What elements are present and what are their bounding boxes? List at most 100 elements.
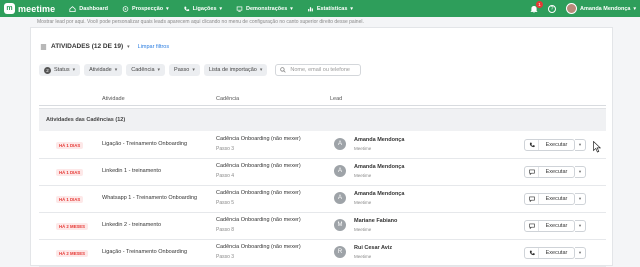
cadence-name[interactable]: Cadência Onboarding (não mexer)	[216, 136, 301, 142]
chevron-down-icon: ▾	[350, 5, 353, 12]
due-badge: HÁ 2 MESES	[56, 223, 89, 230]
filter-passo-label: Passo	[174, 67, 190, 73]
lead-name[interactable]: Amanda Mendonça	[354, 164, 404, 170]
logo-mark: m	[4, 3, 15, 14]
table-row[interactable]: HÁ 2 MESES Ligação - Treinamento Onboard…	[39, 240, 606, 267]
cadence-name[interactable]: Cadência Onboarding (não mexer)	[216, 190, 301, 196]
filter-passo[interactable]: Passo ▾	[169, 64, 200, 76]
filter-status[interactable]: 2 Status ▾	[39, 64, 81, 76]
lead-name[interactable]: Amanda Mendonça	[354, 191, 404, 197]
chevron-down-icon: ▾	[578, 223, 582, 228]
group-header[interactable]: Atividades das Cadências (12)	[39, 108, 606, 131]
panel-tip-text: Mostrar lead por aqui. Você pode persona…	[37, 19, 364, 25]
list-icon	[40, 44, 47, 49]
execute-label: Executar	[545, 169, 568, 175]
avatar: A	[334, 192, 346, 204]
lead-company: Meetime	[354, 146, 372, 151]
execute-dropdown-button[interactable]: ▾	[575, 220, 586, 232]
chevron-down-icon: ▾	[633, 5, 636, 12]
lead-name[interactable]: Amanda Mendonça	[354, 137, 404, 143]
help-button[interactable]: ?	[548, 4, 557, 13]
due-badge: HÁ 1 DIAS	[56, 142, 84, 149]
lead-name[interactable]: Rui Cesar Aviz	[354, 245, 392, 251]
panel-title[interactable]: ATIVIDADES (12 DE 19)	[51, 43, 123, 50]
chevron-down-icon: ▾	[157, 67, 161, 73]
chevron-down-icon: ▾	[259, 67, 263, 73]
chevron-down-icon: ▾	[578, 169, 582, 174]
execute-button[interactable]: Executar	[524, 193, 575, 205]
cadence-step: Passo 5	[216, 200, 235, 206]
avatar: A	[334, 165, 346, 177]
cadence-name[interactable]: Cadência Onboarding (não mexer)	[216, 163, 301, 169]
activity-name[interactable]: Ligação - Treinamento Onboarding	[102, 141, 187, 147]
execute-button[interactable]: Executar	[524, 220, 575, 232]
user-menu[interactable]: Amanda Mendonça ▾	[566, 3, 636, 14]
lead-company: Meetime	[354, 173, 372, 178]
nav-dashboard[interactable]: Dashboard	[69, 6, 108, 12]
nav-prospeccao-label: Prospecção	[131, 5, 164, 12]
table-row[interactable]: HÁ 1 DIAS Linkedin 1 - treinamento Cadên…	[39, 159, 606, 186]
nav-dashboard-label: Dashboard	[79, 5, 108, 12]
main-nav: Dashboard Prospecção ▾ Ligações ▾ Demons…	[69, 6, 353, 12]
activity-name[interactable]: Whatsapp 1 - Treinamento Onboarding	[102, 195, 197, 201]
nav-prospeccao[interactable]: Prospecção ▾	[122, 6, 169, 12]
due-badge: HÁ 1 DIAS	[56, 169, 84, 176]
execute-button[interactable]: Executar	[524, 166, 575, 178]
filter-lista-importacao[interactable]: Lista de importação ▾	[203, 64, 268, 76]
column-header-cadencia: Cadência	[216, 96, 240, 102]
home-icon	[69, 5, 76, 12]
search-input[interactable]: Nome, email ou telefone	[275, 64, 362, 76]
nav-ligacoes[interactable]: Ligações ▾	[183, 6, 222, 12]
table-row[interactable]: HÁ 1 DIAS Ligação - Treinamento Onboardi…	[39, 132, 606, 159]
logo-text: meetime	[18, 3, 56, 14]
chat-icon	[528, 169, 535, 175]
chevron-down-icon: ▾	[578, 250, 582, 255]
filter-cadencia-label: Cadência	[131, 67, 155, 73]
logo[interactable]: m meetime	[4, 3, 55, 14]
nav-demonstracoes-label: Demonstrações	[246, 5, 288, 12]
exec-icon-wrap	[525, 248, 539, 258]
search-icon	[280, 67, 287, 73]
execute-dropdown-button[interactable]: ▾	[575, 247, 586, 259]
filter-bar: 2 Status ▾ Atividade ▾ Cadência ▾ Passo …	[39, 64, 362, 76]
execute-dropdown-button[interactable]: ▾	[575, 139, 586, 151]
execute-label: Executar	[545, 196, 568, 202]
due-badge: HÁ 2 MESES	[56, 250, 89, 257]
cadence-name[interactable]: Cadência Onboarding (não mexer)	[216, 244, 301, 250]
filter-count-badge: 2	[44, 66, 51, 74]
chart-icon	[307, 6, 313, 11]
filter-cadencia[interactable]: Cadência ▾	[126, 64, 166, 76]
notifications-button[interactable]: 1	[530, 0, 544, 13]
chevron-down-icon[interactable]: ▾	[127, 44, 130, 50]
exec-icon-wrap	[525, 167, 539, 177]
exec-icon-wrap	[525, 221, 539, 231]
cadence-name[interactable]: Cadência Onboarding (não mexer)	[216, 217, 301, 223]
chevron-down-icon: ▾	[72, 67, 76, 73]
nav-ligacoes-label: Ligações	[192, 5, 217, 12]
activity-name[interactable]: Linkedin 1 - treinamento	[102, 168, 161, 174]
execute-dropdown-button[interactable]: ▾	[575, 193, 586, 205]
table-row[interactable]: HÁ 2 MESES Linkedin 2 - treinamento Cadê…	[39, 213, 606, 240]
clear-filters-link[interactable]: Limpar filtros	[138, 44, 169, 50]
phone-icon	[529, 142, 535, 148]
chevron-down-icon: ▾	[114, 67, 118, 73]
activity-name[interactable]: Ligação - Treinamento Onboarding	[102, 249, 187, 255]
search-placeholder: Nome, email ou telefone	[290, 67, 350, 73]
chevron-down-icon: ▾	[166, 5, 169, 12]
lead-name[interactable]: Mariane Fabiano	[354, 218, 397, 224]
group-label: Atividades das Cadências (12)	[46, 117, 126, 123]
column-header-atividade: Atividade	[102, 96, 125, 102]
table-row[interactable]: HÁ 1 DIAS Whatsapp 1 - Treinamento Onboa…	[39, 186, 606, 213]
nav-demonstracoes[interactable]: Demonstrações ▾	[236, 6, 293, 12]
filter-atividade[interactable]: Atividade ▾	[84, 64, 123, 76]
activity-name[interactable]: Linkedin 2 - treinamento	[102, 222, 161, 228]
execute-button[interactable]: Executar	[524, 247, 575, 259]
user-name: Amanda Mendonça	[580, 5, 631, 12]
activities-panel: ATIVIDADES (12 DE 19) ▾ Limpar filtros 2…	[30, 27, 613, 267]
table-header: Atividade Cadência Lead	[39, 92, 606, 106]
due-badge: HÁ 1 DIAS	[56, 196, 84, 203]
nav-estatisticas[interactable]: Estatísticas ▾	[307, 6, 353, 12]
execute-dropdown-button[interactable]: ▾	[575, 166, 586, 178]
execute-button[interactable]: Executar	[524, 139, 575, 151]
filter-status-label: Status	[54, 67, 70, 73]
